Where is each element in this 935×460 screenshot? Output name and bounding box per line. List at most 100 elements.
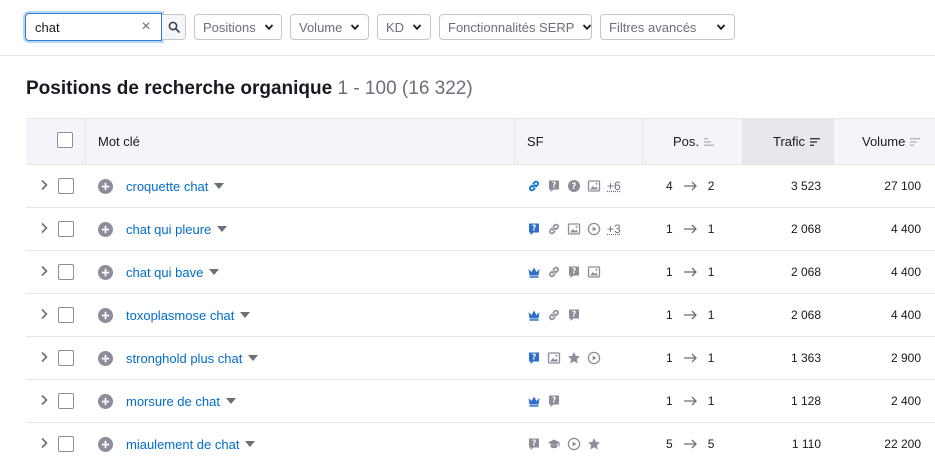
- row-checkbox[interactable]: [58, 350, 74, 366]
- search-icon: [168, 21, 180, 33]
- keyword-link[interactable]: morsure de chat: [126, 380, 236, 422]
- position-cell: 55: [666, 423, 714, 460]
- expand-row-icon[interactable]: [39, 437, 49, 449]
- trafic-cell: 2 068: [790, 222, 821, 236]
- video-icon: [567, 437, 581, 451]
- serp-features-cell: ?: [527, 251, 601, 293]
- column-label: SF: [527, 134, 544, 149]
- chevron-down-icon: [351, 24, 360, 31]
- expand-row-icon[interactable]: [39, 265, 49, 277]
- caret-down-icon[interactable]: [214, 183, 225, 189]
- add-to-list-icon[interactable]: [98, 437, 113, 452]
- clear-search-button[interactable]: ×: [139, 18, 153, 36]
- more-serp-features-link[interactable]: +6: [607, 179, 621, 193]
- column-header-trafic[interactable]: Trafic: [773, 119, 822, 164]
- chevron-down-icon: [716, 24, 726, 31]
- expand-row-icon[interactable]: [39, 179, 49, 191]
- result-range: 1 - 100: [337, 78, 397, 99]
- position-to: 5: [707, 437, 715, 451]
- row-checkbox[interactable]: [58, 393, 74, 409]
- crown-icon: [527, 394, 541, 408]
- add-to-list-icon[interactable]: [98, 394, 113, 409]
- row-checkbox[interactable]: [58, 264, 74, 280]
- position-cell: 42: [666, 165, 714, 207]
- keyword-link[interactable]: miaulement de chat: [126, 423, 256, 460]
- trafic-cell: 1 363: [790, 351, 821, 365]
- trafic-cell: 3 523: [790, 179, 821, 193]
- row-checkbox[interactable]: [58, 178, 74, 194]
- search-button[interactable]: [162, 14, 186, 40]
- faq-icon: ?: [547, 179, 561, 193]
- serp-features-cell: ?: [527, 380, 561, 422]
- caret-down-icon[interactable]: [225, 398, 236, 404]
- select-all-checkbox[interactable]: [57, 132, 73, 148]
- star-icon: [567, 351, 581, 365]
- add-to-list-icon[interactable]: [98, 222, 113, 237]
- row-checkbox[interactable]: [58, 221, 74, 237]
- keyword-link[interactable]: chat qui pleure: [126, 208, 228, 250]
- advanced-filters-dropdown[interactable]: Filtres avancés: [600, 14, 735, 40]
- search-input[interactable]: [35, 20, 135, 35]
- row-checkbox[interactable]: [58, 307, 74, 323]
- caret-down-icon[interactable]: [248, 355, 259, 361]
- image-icon: [547, 351, 561, 365]
- arrow-right-icon: [683, 181, 697, 191]
- serp-features-filter-dropdown[interactable]: Fonctionnalités SERP: [439, 14, 592, 40]
- position-cell: 11: [666, 337, 714, 379]
- crown-icon: [527, 265, 541, 279]
- kd-filter-dropdown[interactable]: KD: [377, 14, 431, 40]
- column-divider: [742, 119, 743, 164]
- keyword-link[interactable]: toxoplasmose chat: [126, 294, 251, 336]
- caret-down-icon[interactable]: [245, 441, 256, 447]
- position-from: 1: [666, 351, 673, 365]
- column-header-sf[interactable]: SF: [527, 119, 544, 164]
- table-row: croquette chat?? +6 4 2 3 523 27 100: [26, 165, 935, 208]
- volume-cell: 2 900: [890, 351, 921, 365]
- add-to-list-icon[interactable]: [98, 308, 113, 323]
- caret-down-icon[interactable]: [240, 312, 251, 318]
- position-from: 5: [666, 437, 673, 451]
- caret-down-icon[interactable]: [209, 269, 220, 275]
- add-to-list-icon[interactable]: [98, 265, 113, 280]
- link-icon[interactable]: [547, 222, 561, 236]
- expand-row-icon[interactable]: [39, 222, 49, 234]
- positions-filter-dropdown[interactable]: Positions: [194, 14, 282, 40]
- page-title: Positions de recherche organique 1 - 100…: [26, 78, 473, 100]
- faq-icon: ?: [527, 437, 541, 451]
- position-from: 1: [666, 308, 673, 322]
- filter-label: Fonctionnalités SERP: [448, 19, 575, 35]
- faq-icon: ?: [567, 265, 581, 279]
- title-text: Positions de recherche organique: [26, 78, 333, 99]
- column-header-volume[interactable]: Volume: [862, 119, 922, 164]
- caret-down-icon[interactable]: [217, 226, 228, 232]
- search-box[interactable]: ×: [25, 13, 162, 41]
- expand-row-icon[interactable]: [39, 308, 49, 320]
- keyword-link[interactable]: stronghold plus chat: [126, 337, 259, 379]
- more-serp-features-link[interactable]: +3: [607, 222, 621, 236]
- keyword-link[interactable]: croquette chat: [126, 165, 225, 207]
- expand-row-icon[interactable]: [39, 394, 49, 406]
- row-checkbox[interactable]: [58, 436, 74, 452]
- link-icon[interactable]: [547, 265, 561, 279]
- position-cell: 11: [666, 208, 714, 250]
- add-to-list-icon[interactable]: [98, 179, 113, 194]
- volume-filter-dropdown[interactable]: Volume: [290, 14, 369, 40]
- column-header-position[interactable]: Pos.: [673, 119, 716, 164]
- column-header-keyword[interactable]: Mot clé: [98, 119, 140, 164]
- serp-features-cell: ? +3: [527, 208, 621, 250]
- table-row: chat qui pleure? +3 1 1 2 068 4 400: [26, 208, 935, 251]
- position-to: 1: [707, 222, 715, 236]
- add-to-list-icon[interactable]: [98, 351, 113, 366]
- column-label: Mot clé: [98, 134, 140, 149]
- link-icon[interactable]: [527, 179, 541, 193]
- table-body: croquette chat?? +6 4 2 3 523 27 100 chat qui …: [26, 165, 935, 460]
- expand-row-icon[interactable]: [39, 351, 49, 363]
- table-row: morsure de chat? 1 1 1 128 2 400: [26, 380, 935, 423]
- serp-features-cell: ?? +6: [527, 165, 621, 207]
- column-divider: [642, 119, 643, 164]
- position-from: 1: [666, 222, 673, 236]
- keyword-link[interactable]: chat qui bave: [126, 251, 220, 293]
- link-icon[interactable]: [547, 308, 561, 322]
- keyword-text: stronghold plus chat: [126, 350, 243, 366]
- volume-cell: 4 400: [890, 222, 921, 236]
